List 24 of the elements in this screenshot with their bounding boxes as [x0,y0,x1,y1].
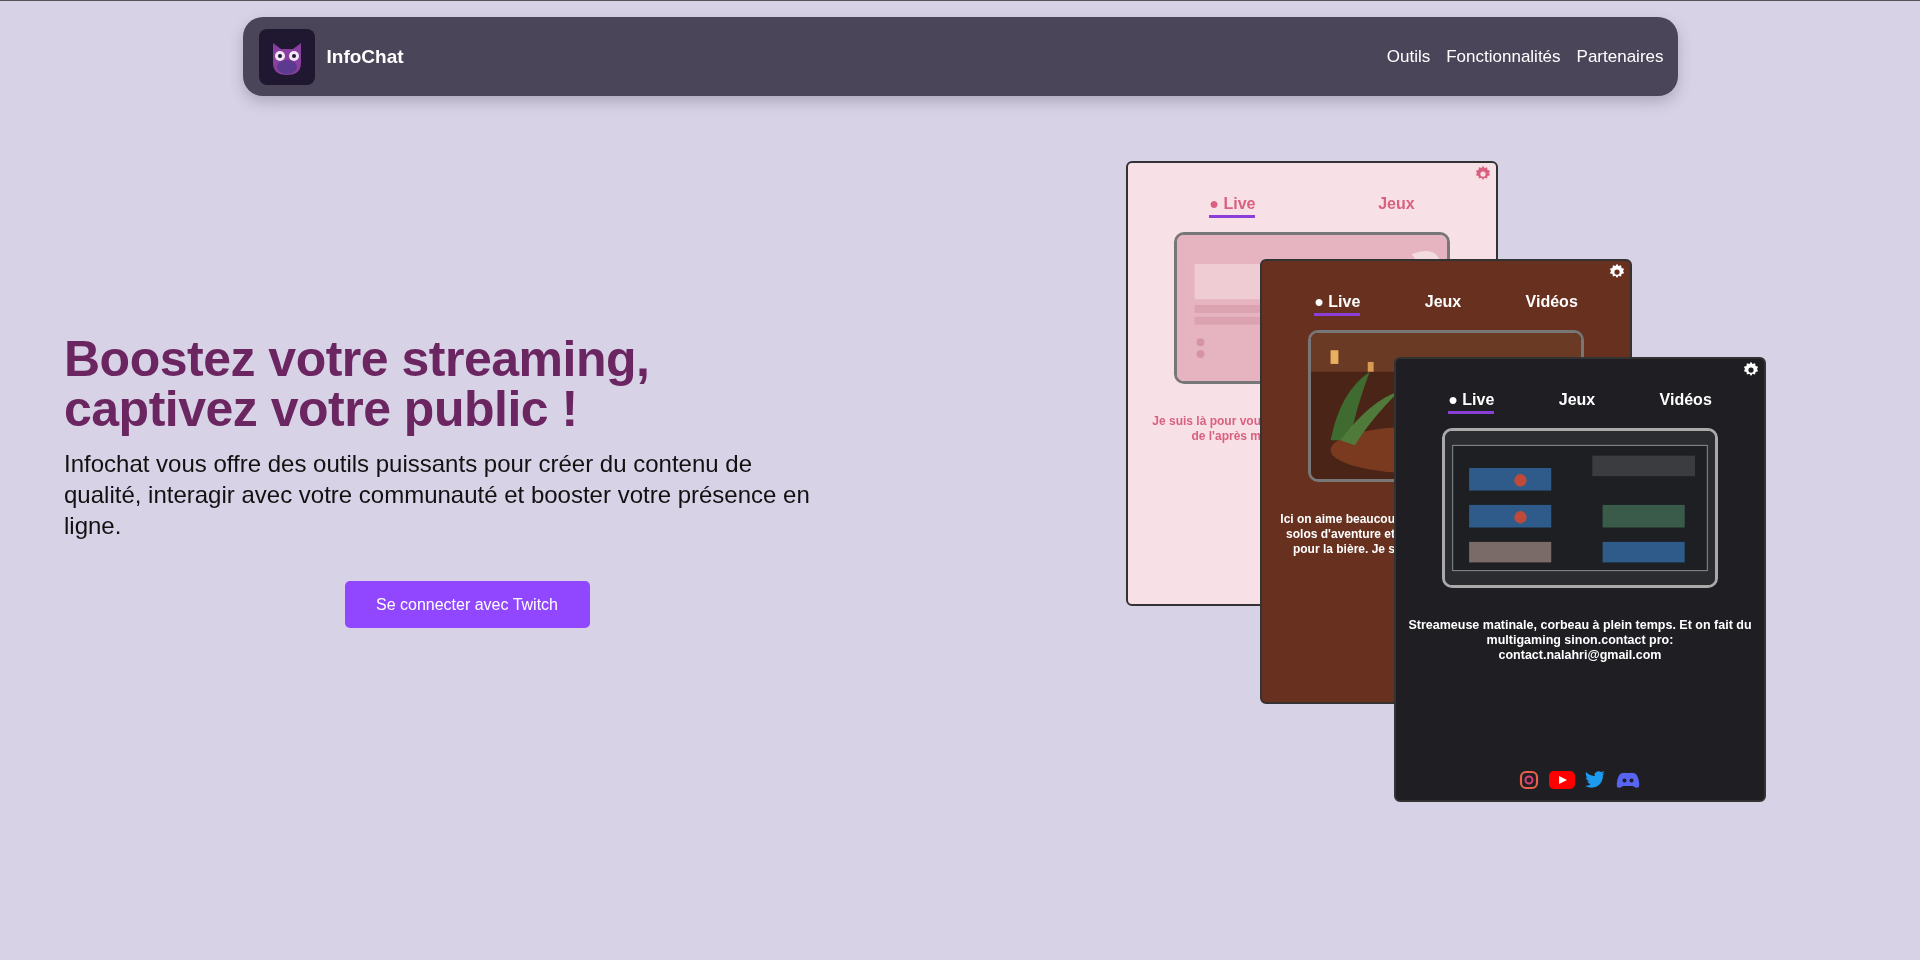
card-tab[interactable]: Jeux [1424,293,1462,316]
card-bio-text: pour la bière. Je s [1292,542,1395,557]
card-bio-text: de l'après m [1191,429,1261,444]
play-icon[interactable] [1549,771,1575,789]
twitch-login-button[interactable]: Se connecter avec Twitch [344,581,590,629]
card-tab[interactable]: ● Live [1448,391,1495,414]
camera-icon[interactable] [1519,770,1539,790]
card-bio-text: Je suis là pour vou [1152,414,1261,429]
brand-name[interactable]: InfoChat [326,45,404,68]
card-bio-text: solos d'aventure et [1286,527,1395,542]
card-tab[interactable]: Jeux [1558,391,1596,414]
nav-link[interactable]: Fonctionnalités [1446,46,1561,67]
card-bio-text: Ici on aime beaucou [1280,512,1395,527]
nav-link[interactable]: Partenaires [1576,46,1664,67]
card-tab[interactable]: ● Live [1314,293,1361,316]
card-tab[interactable]: Vidéos [1525,293,1578,316]
hero-title: Boostez votre streaming, captivez votre public ! [64,333,651,434]
hero-text: Infochat vous offre des outils puissants pour créer du contenu de qualité, interagir avec votre communauté et booster votre présence en ligne. [64,448,810,542]
controller-icon[interactable] [1615,771,1641,789]
nav-link[interactable]: Outils [1386,46,1431,67]
card-bio-text: Streameuse matinale, corbeau à plein temps. Et on fait du multigaming sinon.contact pro: contact.nalahri@gmail.com [1408,618,1752,663]
bird-icon[interactable] [1585,770,1605,790]
card-tab[interactable]: Vidéos [1659,391,1712,414]
owl-logo-icon [258,28,315,85]
